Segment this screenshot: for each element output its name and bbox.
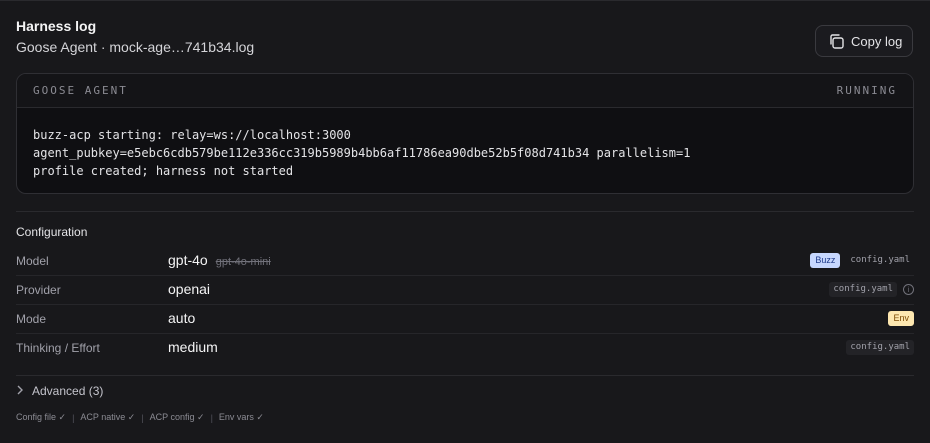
config-value: medium	[168, 339, 218, 355]
copy-log-button[interactable]: Copy log	[815, 25, 913, 57]
buzz-tag: Buzz	[810, 253, 841, 268]
log-panel-header: GOOSE AGENT RUNNING	[17, 74, 913, 108]
log-line: agent_pubkey=e5ebc6cdb579be112e336cc319b…	[33, 146, 691, 160]
config-file-tag: config.yaml	[829, 282, 897, 297]
config-row-mode: Mode auto Env	[16, 305, 914, 334]
advanced-toggle[interactable]: Advanced (3)	[16, 384, 103, 398]
config-value: gpt-4o gpt-4o-mini	[168, 252, 271, 268]
source-status-footer: Config file ✓ | ACP native ✓ | ACP confi…	[16, 412, 264, 423]
separator: |	[210, 412, 213, 423]
config-file-tag: config.yaml	[846, 340, 914, 355]
agent-name: GOOSE AGENT	[33, 84, 128, 97]
config-label: Mode	[16, 312, 47, 326]
info-icon[interactable]: i	[903, 284, 914, 295]
config-label: Thinking / Effort	[16, 341, 100, 355]
model-value: gpt-4o	[168, 252, 208, 268]
config-row-model: Model gpt-4o gpt-4o-mini Buzz config.yaml	[16, 247, 914, 276]
divider	[16, 375, 914, 376]
advanced-label: Advanced (3)	[32, 384, 104, 398]
config-row-provider: Provider openai config.yaml i	[16, 276, 914, 305]
source-tags: config.yaml	[846, 340, 914, 355]
config-label: Provider	[16, 283, 61, 297]
top-border	[0, 0, 930, 1]
config-file-status: Config file ✓	[16, 412, 67, 422]
log-file-subtitle: Goose Agent · mock-age…741b34.log	[16, 39, 255, 55]
env-vars-status: Env vars ✓	[218, 412, 264, 422]
separator: |	[141, 412, 144, 423]
configuration-title: Configuration	[16, 225, 88, 239]
config-value: auto	[168, 310, 196, 326]
env-tag: Env	[888, 311, 914, 326]
log-line: profile created; harness not started	[33, 164, 294, 178]
copy-log-label: Copy log	[851, 33, 903, 49]
config-label: Model	[16, 254, 49, 268]
page-title: Harness log	[16, 18, 97, 34]
config-value: openai	[168, 281, 211, 297]
config-file-tag: config.yaml	[850, 255, 910, 265]
source-tags: config.yaml i	[829, 282, 914, 297]
chevron-right-icon	[16, 384, 24, 398]
log-panel: GOOSE AGENT RUNNING buzz-acp starting: r…	[16, 73, 914, 194]
copy-icon	[828, 33, 845, 50]
acp-config-status: ACP config ✓	[149, 412, 205, 422]
overridden-value: gpt-4o-mini	[215, 256, 271, 268]
log-line: buzz-acp starting: relay=ws://localhost:…	[33, 128, 351, 142]
status-badge: RUNNING	[836, 84, 897, 97]
divider	[16, 211, 914, 212]
acp-native-status: ACP native ✓	[80, 412, 136, 422]
log-output[interactable]: buzz-acp starting: relay=ws://localhost:…	[17, 108, 913, 180]
source-tags: Buzz config.yaml	[810, 253, 914, 268]
header: Harness log Goose Agent · mock-age…741b3…	[16, 18, 254, 56]
source-tags: Env	[888, 311, 914, 326]
separator: |	[72, 412, 75, 423]
config-row-thinking: Thinking / Effort medium config.yaml	[16, 334, 914, 363]
